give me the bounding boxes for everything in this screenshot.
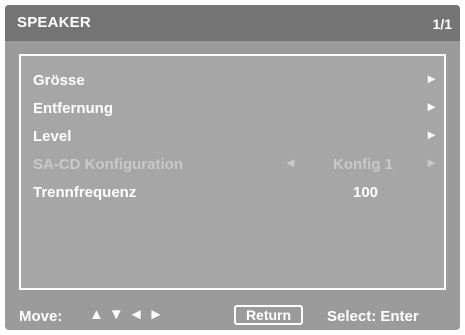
arrow-left-icon: ◄ — [284, 155, 297, 170]
menu-item-sacd-konfiguration: SA-CD Konfiguration ◄ Konfig 1 ► — [21, 152, 444, 176]
arrow-right-icon: ► — [425, 127, 438, 142]
navigation-arrows-icon: ▲▼◄► — [89, 306, 169, 323]
menu-item-entfernung[interactable]: Entfernung ► — [21, 96, 444, 120]
menu-item-label: Grösse — [33, 72, 85, 89]
menu-item-label: Level — [33, 128, 72, 145]
menu-item-label: Entfernung — [33, 100, 113, 117]
header-bar: SPEAKER 1/1 — [5, 5, 460, 41]
menu-item-groesse[interactable]: Grösse ► — [21, 68, 444, 92]
arrow-right-icon: ► — [425, 99, 438, 114]
page-indicator: 1/1 — [432, 16, 452, 32]
osd-screen: SPEAKER 1/1 Grösse ► Entfernung ► Level … — [5, 5, 460, 330]
arrow-right-icon: ► — [425, 71, 438, 86]
menu-item-value: Konfig 1 — [333, 156, 393, 173]
arrow-right-icon: ► — [425, 155, 438, 170]
footer-bar: Move: ▲▼◄► Return Select: Enter — [5, 300, 460, 330]
move-label: Move: — [19, 308, 63, 325]
menu-item-label: Trennfrequenz — [33, 184, 137, 201]
return-button[interactable]: Return — [234, 305, 303, 325]
menu-item-label: SA-CD Konfiguration — [33, 156, 183, 173]
menu-item-trennfrequenz[interactable]: Trennfrequenz 100 — [21, 180, 444, 204]
menu-item-level[interactable]: Level ► — [21, 124, 444, 148]
page-title: SPEAKER — [17, 14, 91, 31]
menu-panel: Grösse ► Entfernung ► Level ► SA-CD Konf… — [19, 54, 446, 290]
select-hint: Select: Enter — [327, 308, 419, 325]
menu-item-value: 100 — [353, 184, 379, 201]
